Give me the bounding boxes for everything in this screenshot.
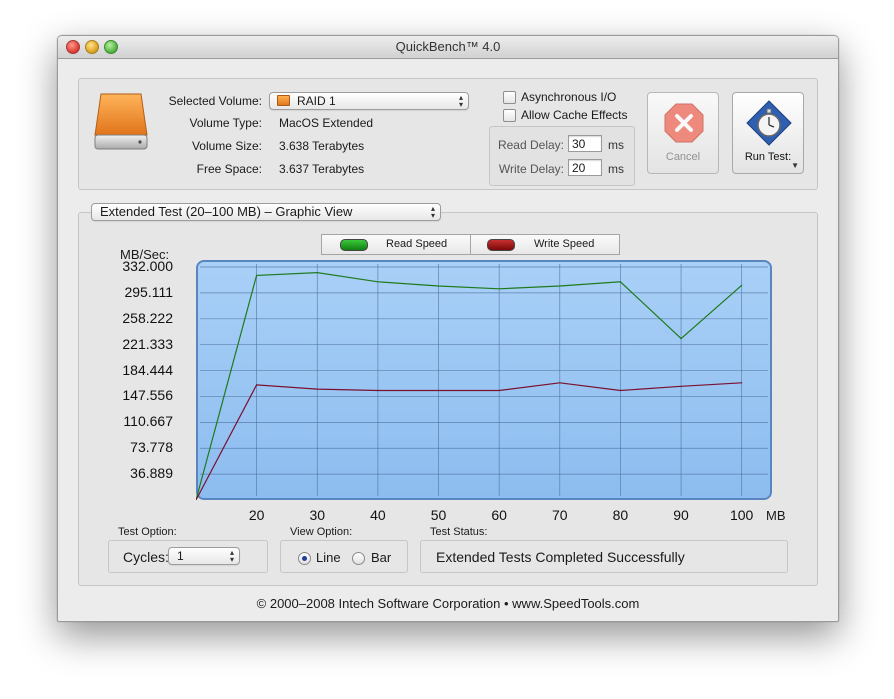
line-view-radio[interactable] xyxy=(298,552,311,565)
data-point xyxy=(559,382,561,384)
data-point xyxy=(680,385,682,387)
x-tick-label: 90 xyxy=(673,507,689,523)
y-tick-label: 36.889 xyxy=(130,465,173,482)
chart-plot-area xyxy=(195,260,772,501)
data-point xyxy=(437,285,440,287)
x-tick-label: 40 xyxy=(370,507,386,523)
x-tick-label: 70 xyxy=(551,507,568,523)
bar-view-label: Bar xyxy=(371,550,392,565)
y-tick-label: 332.000 xyxy=(122,258,173,275)
popup-arrows-icon: ▴ ▾ xyxy=(458,93,463,109)
data-point xyxy=(619,281,622,283)
selected-volume-label: Selected Volume: xyxy=(168,94,262,108)
volume-type-label: Volume Type: xyxy=(189,116,263,130)
x-tick-label: 20 xyxy=(248,507,265,523)
test-status-value: Extended Tests Completed Successfully xyxy=(436,549,685,565)
stopwatch-icon xyxy=(745,99,793,147)
legend-swatch-write xyxy=(487,239,515,251)
run-test-menu-arrow-icon: ▼ xyxy=(791,161,799,170)
data-point xyxy=(741,284,743,286)
x-tick-label: 50 xyxy=(430,507,447,523)
data-point xyxy=(316,272,318,274)
cache-effects-checkbox[interactable] xyxy=(503,109,516,122)
cycles-select-value: 1 xyxy=(177,549,184,563)
x-axis-title: MB xyxy=(766,508,786,523)
y-tick-label: 295.111 xyxy=(124,283,173,300)
cancel-button-label: Cancel xyxy=(665,151,701,163)
y-tick-label: 258.222 xyxy=(122,309,173,326)
view-option-label: View Option: xyxy=(290,526,353,538)
volume-select-value: RAID 1 xyxy=(297,94,336,108)
free-space-value: 3.637 Terabytes xyxy=(279,162,365,176)
cancel-button[interactable]: Cancel xyxy=(647,92,719,174)
legend-item-read: Read Speed xyxy=(322,235,471,254)
volume-size-label: Volume Size: xyxy=(191,139,262,153)
app-window: QuickBench™ 4.0 Selected Volume: RAID 1 … xyxy=(57,35,839,622)
write-delay-unit: ms xyxy=(608,162,624,176)
run-test-button[interactable]: Run Test: ▼ xyxy=(732,92,804,174)
cycles-select[interactable]: 1 ▴ ▾ xyxy=(168,547,240,565)
data-point xyxy=(680,337,682,340)
data-point xyxy=(559,285,561,287)
stop-octagon-icon xyxy=(664,103,704,143)
data-point xyxy=(437,389,440,392)
async-io-label: Asynchronous I/O xyxy=(521,90,617,104)
read-delay-label: Read Delay: xyxy=(497,138,564,152)
test-status-label: Test Status: xyxy=(430,526,488,538)
delay-group xyxy=(489,126,635,186)
y-tick-label: 221.333 xyxy=(122,335,173,352)
write-delay-field[interactable]: 20 xyxy=(568,159,602,176)
cache-effects-label: Allow Cache Effects xyxy=(521,108,628,122)
data-point xyxy=(741,382,743,384)
volume-size-value: 3.638 Terabytes xyxy=(279,139,365,153)
async-io-checkbox[interactable] xyxy=(503,91,516,104)
x-tick-label: 100 xyxy=(729,507,754,523)
legend-read-label: Read Speed xyxy=(386,238,448,250)
line-chart xyxy=(195,260,772,501)
title-bar: QuickBench™ 4.0 xyxy=(58,36,838,59)
drive-icon xyxy=(277,95,290,106)
cycles-label: Cycles: xyxy=(123,549,169,565)
bar-view-radio[interactable] xyxy=(352,552,365,565)
hard-drive-icon xyxy=(92,91,150,155)
line-view-label: Line xyxy=(316,550,341,565)
data-point xyxy=(316,388,318,390)
volume-type-value: MacOS Extended xyxy=(279,116,374,130)
volume-select[interactable]: RAID 1 ▴ ▾ xyxy=(269,92,469,110)
data-point xyxy=(256,384,258,386)
footer-copyright: © 2000–2008 Intech Software Corporation … xyxy=(256,596,640,611)
data-point xyxy=(377,389,379,392)
popup-arrows-icon: ▴ ▾ xyxy=(229,548,234,564)
test-option-label: Test Option: xyxy=(118,526,177,538)
data-point xyxy=(377,281,379,283)
read-delay-field[interactable]: 30 xyxy=(568,135,602,152)
y-tick-label: 73.778 xyxy=(130,439,173,456)
free-space-label: Free Space: xyxy=(196,162,262,176)
legend-write-label: Write Speed xyxy=(534,238,595,250)
window-title: QuickBench™ 4.0 xyxy=(395,39,501,54)
view-mode-select[interactable]: Extended Test (20–100 MB) – Graphic View… xyxy=(91,203,441,221)
y-tick-label: 110.667 xyxy=(123,413,173,430)
data-point xyxy=(498,389,500,392)
data-point xyxy=(619,389,622,392)
legend-item-write: Write Speed xyxy=(471,235,619,254)
plot-background xyxy=(196,260,772,500)
data-point xyxy=(498,288,500,290)
chart-legend: Read Speed Write Speed xyxy=(321,234,620,255)
y-tick-label: 184.444 xyxy=(122,361,173,378)
x-tick-label: 80 xyxy=(612,507,629,523)
x-tick-label: 60 xyxy=(491,507,507,523)
view-mode-select-value: Extended Test (20–100 MB) – Graphic View xyxy=(100,204,353,219)
data-point xyxy=(256,274,258,277)
y-tick-label: 147.556 xyxy=(122,387,173,404)
legend-swatch-read xyxy=(340,239,368,251)
write-delay-label: Write Delay: xyxy=(498,162,564,176)
x-tick-label: 30 xyxy=(309,507,326,523)
read-delay-unit: ms xyxy=(608,138,624,152)
popup-arrows-icon: ▴ ▾ xyxy=(430,204,435,220)
